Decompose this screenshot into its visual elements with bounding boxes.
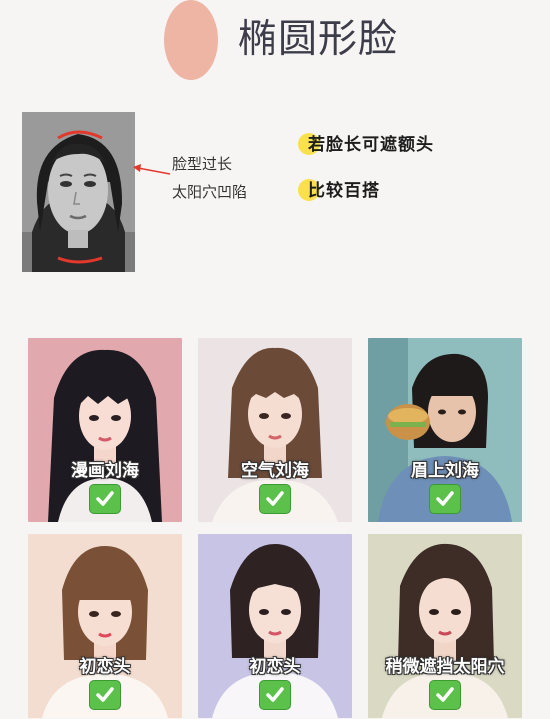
- hairstyle-label: 稍微遮挡太阳穴: [385, 657, 505, 677]
- annotation-arrow-icon: [133, 164, 171, 175]
- hairstyle-card-above-brow-bangs: 眉上刘海: [368, 338, 522, 522]
- note-forehead: 若脸长可遮额头: [298, 130, 434, 155]
- hairstyle-card-first-love-2: 初恋头: [198, 534, 352, 718]
- hairstyle-label: 初恋头: [79, 657, 131, 677]
- hairstyle-card-first-love-1: 初恋头: [28, 534, 182, 718]
- check-mark-icon: [89, 484, 121, 514]
- check-mark-icon: [429, 484, 461, 514]
- check-mark-icon: [89, 680, 121, 710]
- note-versatile: 比较百搭: [298, 176, 380, 201]
- face-annotation: 脸型过长 太阳穴凹陷: [172, 150, 247, 206]
- annotation-line-2: 太阳穴凹陷: [172, 183, 248, 201]
- page-title: 椭圆形脸: [238, 17, 399, 62]
- oval-face-icon: [164, 0, 218, 80]
- check-mark-icon: [259, 680, 291, 710]
- check-mark-icon: [429, 680, 461, 710]
- hairstyle-label: 漫画刘海: [71, 461, 139, 481]
- page-header: 椭圆形脸: [0, 0, 550, 95]
- hairstyle-label: 眉上刘海: [411, 461, 479, 481]
- hairstyle-card-cover-temples: 稍微遮挡太阳穴: [368, 534, 522, 718]
- hairstyle-label: 初恋头: [249, 657, 301, 677]
- hairstyle-card-air-bangs: 空气刘海: [198, 338, 352, 522]
- hairstyle-card-manhua-bangs: 漫画刘海: [28, 338, 182, 522]
- note-text: 比较百搭: [308, 181, 380, 201]
- annotation-line-1: 脸型过长: [172, 155, 233, 173]
- reference-photo: [22, 112, 135, 272]
- hairstyle-label: 空气刘海: [241, 461, 309, 481]
- note-text: 若脸长可遮额头: [308, 135, 434, 155]
- check-mark-icon: [259, 484, 291, 514]
